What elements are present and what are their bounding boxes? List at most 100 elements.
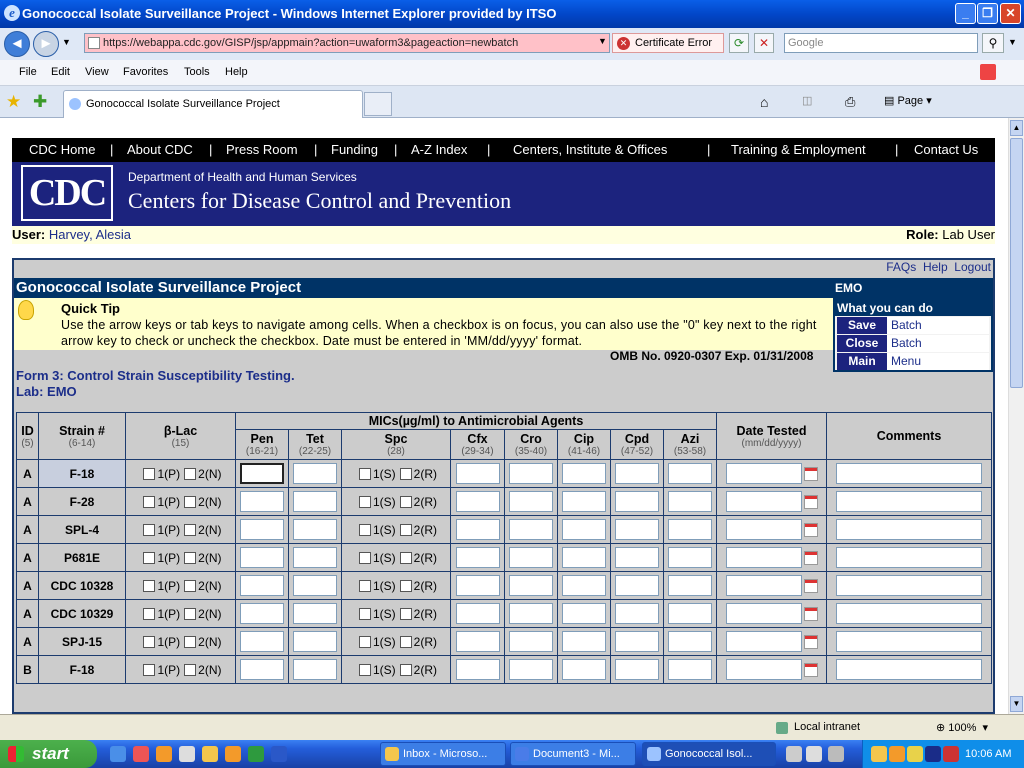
nav-centers[interactable]: Centers, Institute & Offices <box>513 142 667 157</box>
spc-s-checkbox[interactable] <box>358 635 371 648</box>
pen-input[interactable] <box>240 463 284 484</box>
calendar-icon[interactable] <box>803 466 818 481</box>
pen-input[interactable] <box>240 631 284 652</box>
blac-p-checkbox[interactable] <box>143 663 156 676</box>
history-dropdown-icon[interactable]: ▼ <box>62 37 71 47</box>
calendar-icon[interactable] <box>803 634 818 649</box>
start-button[interactable]: start <box>0 740 97 768</box>
search-input[interactable]: Google <box>784 33 978 53</box>
menu-tools[interactable]: Tools <box>184 66 210 78</box>
nav-about-cdc[interactable]: About CDC <box>127 142 193 157</box>
blac-n-checkbox[interactable] <box>184 635 197 648</box>
cpd-input[interactable] <box>615 603 659 624</box>
azi-input[interactable] <box>668 659 712 680</box>
comments-input[interactable] <box>836 491 982 512</box>
azi-input[interactable] <box>668 463 712 484</box>
task-gonococcal[interactable]: Gonococcal Isol... <box>642 742 776 766</box>
cip-input[interactable] <box>562 575 606 596</box>
cfx-input[interactable] <box>455 575 500 596</box>
pen-input[interactable] <box>240 491 284 512</box>
comments-input[interactable] <box>836 631 982 652</box>
close-button[interactable]: ✕ <box>1000 3 1021 24</box>
calendar-icon[interactable] <box>803 550 818 565</box>
azi-input[interactable] <box>668 519 712 540</box>
nav-funding[interactable]: Funding <box>331 142 378 157</box>
azi-input[interactable] <box>668 631 712 652</box>
cfx-input[interactable] <box>455 547 500 568</box>
comments-input[interactable] <box>836 463 982 484</box>
favorites-star-icon[interactable]: ★ <box>6 92 21 112</box>
feeds-icon[interactable]: ◫ <box>802 94 812 107</box>
quicklaunch-word-icon[interactable] <box>271 746 287 762</box>
task-inbox[interactable]: Inbox - Microso... <box>380 742 506 766</box>
calendar-icon[interactable] <box>803 494 818 509</box>
url-field[interactable]: https://webappa.cdc.gov/GISP/jsp/appmain… <box>84 33 610 53</box>
logout-link[interactable]: Logout <box>954 260 991 274</box>
tet-input[interactable] <box>293 575 337 596</box>
tool-icon[interactable] <box>786 746 802 762</box>
menu-favorites[interactable]: Favorites <box>123 66 168 78</box>
date-tested-input[interactable] <box>725 575 802 596</box>
cpd-input[interactable] <box>615 631 659 652</box>
menu-help[interactable]: Help <box>225 66 248 78</box>
spc-r-checkbox[interactable] <box>399 579 412 592</box>
spc-s-checkbox[interactable] <box>358 663 371 676</box>
cfx-input[interactable] <box>455 463 500 484</box>
cro-input[interactable] <box>509 463 553 484</box>
blac-n-checkbox[interactable] <box>184 467 197 480</box>
new-tab-button[interactable] <box>364 92 392 116</box>
cpd-input[interactable] <box>615 659 659 680</box>
translate-icon[interactable] <box>980 64 996 80</box>
cro-input[interactable] <box>509 631 553 652</box>
azi-input[interactable] <box>668 603 712 624</box>
print-icon[interactable]: ⎙ <box>845 94 855 110</box>
cip-input[interactable] <box>562 519 606 540</box>
tab-gisp[interactable]: Gonococcal Isolate Surveillance Project <box>63 90 363 118</box>
menu-edit[interactable]: Edit <box>51 66 70 78</box>
restore-button[interactable]: ❐ <box>977 3 998 24</box>
comments-input[interactable] <box>836 519 982 540</box>
tray-alert-icon[interactable] <box>889 746 905 762</box>
cro-input[interactable] <box>509 491 553 512</box>
tet-input[interactable] <box>293 547 337 568</box>
spc-s-checkbox[interactable] <box>358 467 371 480</box>
certificate-error-button[interactable]: ✕ Certificate Error <box>612 33 724 53</box>
date-tested-input[interactable] <box>725 547 802 568</box>
cdc-logo[interactable]: CDC <box>21 165 113 221</box>
tray-security-icon[interactable] <box>907 746 923 762</box>
blac-n-checkbox[interactable] <box>184 663 197 676</box>
tet-input[interactable] <box>293 631 337 652</box>
cro-input[interactable] <box>509 547 553 568</box>
azi-input[interactable] <box>668 547 712 568</box>
azi-input[interactable] <box>668 575 712 596</box>
cpd-input[interactable] <box>615 491 659 512</box>
cfx-input[interactable] <box>455 631 500 652</box>
nav-az-index[interactable]: A-Z Index <box>411 142 467 157</box>
scroll-down-icon[interactable]: ▼ <box>1010 696 1023 712</box>
cip-input[interactable] <box>562 603 606 624</box>
blac-n-checkbox[interactable] <box>184 607 197 620</box>
blac-n-checkbox[interactable] <box>184 495 197 508</box>
close-batch-button[interactable]: Close Batch <box>837 335 989 352</box>
cro-input[interactable] <box>509 519 553 540</box>
pen-input[interactable] <box>240 659 284 680</box>
spc-s-checkbox[interactable] <box>358 579 371 592</box>
nav-press-room[interactable]: Press Room <box>226 142 298 157</box>
date-tested-input[interactable] <box>725 491 802 512</box>
date-tested-input[interactable] <box>725 603 802 624</box>
spc-r-checkbox[interactable] <box>399 607 412 620</box>
comments-input[interactable] <box>836 659 982 680</box>
nav-contact-us[interactable]: Contact Us <box>914 142 978 157</box>
help-link[interactable]: Help <box>923 260 948 274</box>
blac-p-checkbox[interactable] <box>143 607 156 620</box>
cfx-input[interactable] <box>455 491 500 512</box>
cfx-input[interactable] <box>455 659 500 680</box>
pen-input[interactable] <box>240 547 284 568</box>
cpd-input[interactable] <box>615 463 659 484</box>
search-options-icon[interactable]: ▼ <box>1008 37 1017 47</box>
date-tested-input[interactable] <box>725 631 802 652</box>
date-tested-input[interactable] <box>725 659 802 680</box>
pen-input[interactable] <box>240 603 284 624</box>
quicklaunch-desktop-icon[interactable] <box>179 746 195 762</box>
blac-n-checkbox[interactable] <box>184 523 197 536</box>
